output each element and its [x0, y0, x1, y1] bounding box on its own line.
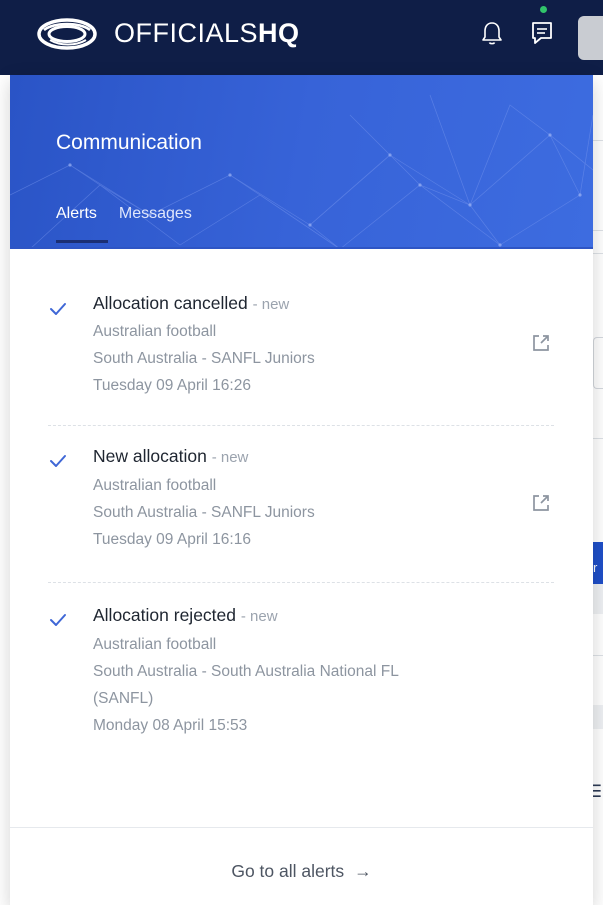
tab-alerts[interactable]: Alerts [56, 205, 108, 243]
alert-competition-continued: (SANFL) [93, 690, 154, 707]
footer-divider [10, 827, 593, 828]
check-icon[interactable] [48, 612, 68, 628]
top-navigation-bar: OFFICIALSHQ [0, 0, 603, 75]
notification-dot [540, 6, 547, 13]
alert-datetime: Tuesday 09 April 16:16 [93, 531, 251, 548]
external-link-icon[interactable] [531, 493, 551, 513]
active-tab-indicator [56, 240, 108, 243]
alert-competition: South Australia - SANFL Juniors [93, 350, 315, 367]
arrow-right-icon: → [354, 861, 372, 881]
tab-alerts-label: Alerts [56, 205, 97, 222]
brand-light-text: OFFICIALS [114, 18, 259, 48]
chat-icon[interactable] [529, 19, 555, 47]
communication-panel: Communication Alerts Messages Allocation… [10, 75, 593, 905]
external-link-icon[interactable] [531, 333, 551, 353]
alert-sport: Australian football [93, 636, 217, 653]
bell-icon[interactable] [481, 20, 503, 46]
panel-tabs: Alerts Messages [56, 205, 214, 243]
background-input[interactable] [593, 337, 603, 389]
alert-new-badge: - new [252, 296, 290, 313]
tab-messages-label: Messages [118, 205, 192, 222]
logo-icon[interactable] [36, 16, 98, 52]
alert-competition: South Australia - SANFL Juniors [93, 504, 315, 521]
check-icon[interactable] [48, 301, 68, 317]
brand-bold-text: HQ [258, 18, 300, 48]
alert-datetime: Tuesday 09 April 16:26 [93, 377, 251, 394]
alert-title-row: Allocation cancelled - new [93, 293, 289, 314]
alert-sport: Australian football [93, 323, 217, 340]
alert-datetime: Monday 08 April 15:53 [93, 717, 248, 734]
alert-separator [48, 425, 554, 426]
tab-messages[interactable]: Messages [119, 205, 192, 243]
check-icon[interactable] [48, 453, 68, 469]
alert-new-badge: - new [211, 449, 249, 466]
footer-link-label: Go to all alerts [231, 861, 345, 881]
alert-title: Allocation rejected [93, 605, 236, 625]
header-divider [10, 247, 593, 249]
go-to-all-alerts-link[interactable]: Go to all alerts → [10, 861, 593, 882]
alert-separator [48, 582, 554, 583]
alert-sport: Australian football [93, 477, 217, 494]
alert-title-row: Allocation rejected - new [93, 605, 278, 626]
panel-title: Communication [56, 131, 202, 154]
alert-new-badge: - new [240, 608, 278, 625]
alert-title: New allocation [93, 446, 207, 466]
avatar[interactable] [578, 16, 603, 60]
alert-competition: South Australia - South Australia Nation… [93, 663, 399, 680]
alert-title: Allocation cancelled [93, 293, 248, 313]
alert-title-row: New allocation - new [93, 446, 248, 467]
panel-header: Communication Alerts Messages [10, 75, 593, 249]
brand-name[interactable]: OFFICIALSHQ [114, 18, 300, 49]
